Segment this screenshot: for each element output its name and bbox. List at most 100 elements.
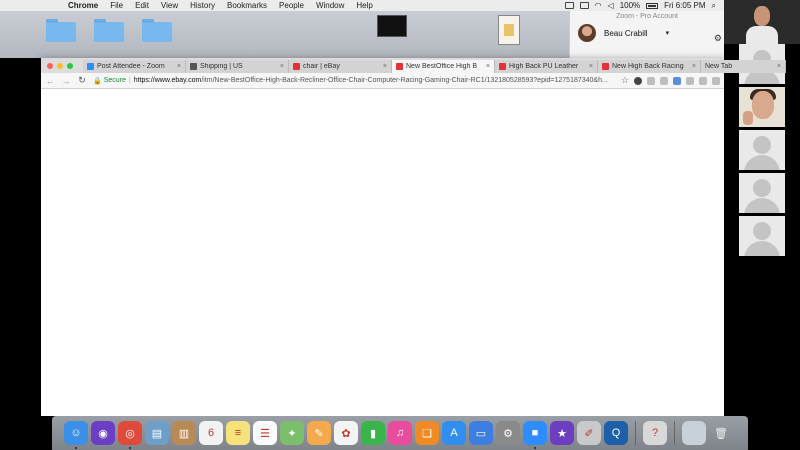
chevron-down-icon[interactable]: ▾ — [666, 29, 670, 37]
favicon-icon — [602, 63, 609, 70]
finder-icon[interactable]: ☺ — [64, 421, 88, 449]
browser-tab[interactable]: Shipping | US × — [186, 60, 289, 73]
close-tab-icon[interactable]: × — [589, 63, 593, 70]
tab-label: chair | eBay — [303, 63, 340, 70]
display-icon[interactable] — [579, 2, 589, 9]
preview-icon[interactable]: ▤ — [145, 421, 169, 445]
url-path: /itm/New-BestOffice-High-Back-Recliner-O… — [201, 77, 608, 84]
person-icon — [753, 222, 771, 240]
wifi-icon[interactable]: ◠ — [595, 1, 602, 10]
app-store-icon[interactable]: A — [442, 421, 466, 445]
battery-icon[interactable] — [646, 2, 659, 9]
volume-icon[interactable]: ◁ — [608, 1, 614, 10]
help-icon[interactable]: ? — [643, 421, 667, 445]
folder-icon[interactable] — [142, 19, 172, 42]
lock-icon[interactable]: 🔒 — [93, 77, 102, 85]
notes-folder-icon[interactable]: ▥ — [172, 421, 196, 445]
menu-people[interactable]: People — [279, 1, 304, 10]
downloads-stack-icon[interactable] — [682, 421, 706, 445]
reload-button[interactable]: ↻ — [77, 75, 87, 86]
person-body — [744, 155, 780, 170]
trash-icon[interactable]: 🗑 — [709, 421, 733, 445]
close-tab-icon[interactable]: × — [177, 63, 181, 70]
extension-icon[interactable] — [634, 76, 642, 85]
tab-label: New Tab — [705, 63, 733, 70]
menu-bookmarks[interactable]: Bookmarks — [227, 1, 267, 10]
extension-icon[interactable] — [647, 76, 655, 85]
siri-icon[interactable]: ◉ — [91, 421, 115, 445]
imovie-icon[interactable]: ★ — [550, 421, 574, 445]
close-tab-icon[interactable]: × — [383, 63, 387, 70]
menu-view[interactable]: View — [161, 1, 178, 10]
folder-icon[interactable] — [94, 19, 124, 42]
close-tab-icon[interactable]: × — [280, 63, 284, 70]
system-preferences-icon[interactable]: ⚙ — [496, 421, 520, 445]
menu-file[interactable]: File — [110, 1, 123, 10]
reminders-icon[interactable]: ☰ — [253, 421, 277, 445]
participant-hand — [743, 111, 753, 125]
zoom-user-name: Beau Crabill — [604, 28, 648, 38]
screen-share-icon[interactable] — [564, 2, 574, 9]
ibooks-icon[interactable]: ❏ — [415, 421, 439, 445]
extension-icon[interactable] — [660, 76, 668, 85]
document-icon[interactable] — [498, 15, 520, 45]
maps-icon[interactable]: ✦ — [280, 421, 304, 445]
tab-strip: Post Attendee - Zoom × Shipping | US × chair… — [41, 58, 786, 73]
zoom-user[interactable]: Beau Crabill ▾ — [570, 24, 724, 42]
zoom-icon[interactable]: ■ — [523, 421, 547, 449]
menu-history[interactable]: History — [190, 1, 215, 10]
clock[interactable]: Fri 6:05 PM — [664, 1, 705, 10]
menu-help[interactable]: Help — [356, 1, 372, 10]
menu-app-name[interactable]: Chrome — [68, 1, 98, 10]
menu-edit[interactable]: Edit — [135, 1, 149, 10]
browser-tab[interactable]: High Back PU Leather × — [495, 60, 598, 73]
tab-label: New High Back Racing — [612, 63, 684, 70]
keynote-icon[interactable]: ▭ — [469, 421, 493, 445]
extension-icon[interactable] — [712, 76, 720, 85]
participant-tile[interactable] — [739, 216, 785, 256]
calendar-icon[interactable]: 6 — [199, 421, 223, 445]
extension-icon[interactable] — [686, 76, 694, 85]
chrome-icon[interactable]: ◎ — [118, 421, 142, 449]
address-bar[interactable]: 🔒 Secure | https://www.ebay.com/itm/New-… — [93, 75, 615, 87]
close-window-button[interactable] — [47, 62, 53, 69]
notes-icon[interactable]: ≡ — [226, 421, 250, 445]
favicon-icon — [190, 63, 197, 70]
gear-icon[interactable]: ⚙ — [714, 33, 722, 44]
minimize-window-button[interactable] — [57, 62, 63, 69]
menu-bar: Chrome File Edit View History Bookmarks … — [0, 0, 724, 11]
favicon-icon — [396, 63, 403, 70]
extension-icon[interactable] — [699, 76, 707, 85]
person-icon — [753, 136, 771, 154]
folder-icon[interactable] — [46, 19, 76, 42]
maximize-window-button[interactable] — [67, 62, 73, 69]
quicktime-icon[interactable]: Q — [604, 421, 628, 445]
page-viewport[interactable] — [41, 89, 724, 416]
browser-tab-new[interactable]: New Tab × — [701, 60, 786, 73]
browser-tab[interactable]: chair | eBay × — [289, 60, 392, 73]
photos-icon[interactable]: ✿ — [334, 421, 358, 445]
browser-tab[interactable]: New High Back Racing × — [598, 60, 701, 73]
browser-tab[interactable]: Post Attendee - Zoom × — [83, 60, 186, 73]
participant-face — [752, 91, 774, 119]
screenshot-thumbnail[interactable] — [377, 15, 407, 37]
back-button[interactable]: ← — [45, 76, 55, 86]
close-tab-icon[interactable]: × — [692, 63, 696, 70]
spotlight-search-icon[interactable]: ⌕ — [712, 1, 716, 11]
person-body — [744, 198, 780, 213]
browser-tab[interactable]: New BestOffice High B × — [392, 60, 495, 73]
forward-button[interactable]: → — [61, 76, 71, 86]
menu-window[interactable]: Window — [316, 1, 344, 10]
pages-icon[interactable]: ✎ — [307, 421, 331, 445]
itunes-icon[interactable]: ♫ — [388, 421, 412, 445]
participant-tile[interactable] — [739, 130, 785, 170]
close-tab-icon[interactable]: × — [777, 63, 781, 70]
favicon-icon — [293, 63, 300, 70]
extension-icon[interactable] — [673, 76, 681, 85]
participant-tile-live[interactable] — [739, 87, 785, 127]
numbers-icon[interactable]: ▮ — [361, 421, 385, 445]
bookmark-star-icon[interactable]: ☆ — [621, 75, 629, 86]
close-tab-icon[interactable]: × — [486, 63, 490, 70]
script-editor-icon[interactable]: ✐ — [577, 421, 601, 445]
participant-tile[interactable] — [739, 173, 785, 213]
